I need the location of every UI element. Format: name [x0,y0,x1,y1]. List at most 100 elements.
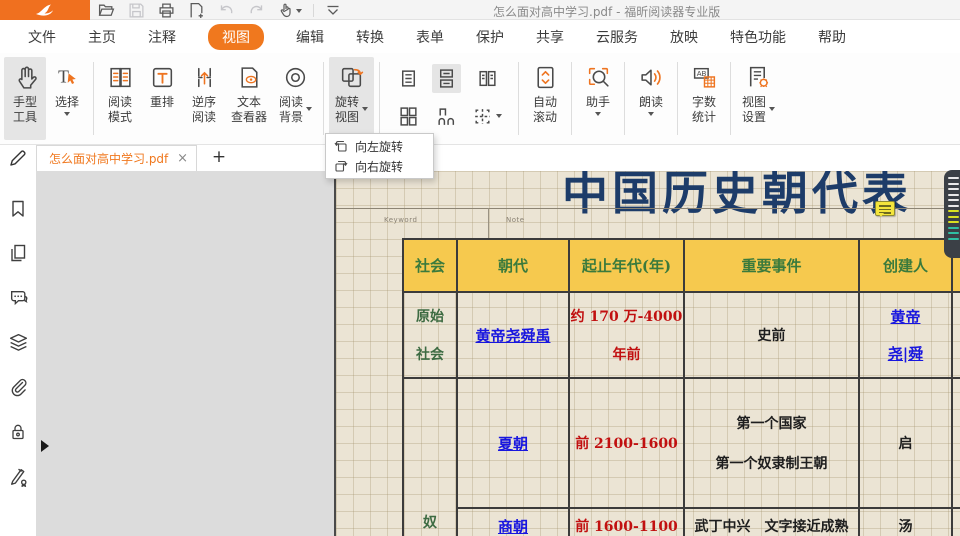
single-page-view-button[interactable] [394,64,423,93]
facing-view-button[interactable] [473,64,502,93]
history-table: 社会 朝代 起止年代(年) 重要事件 创建人 原始 社会 黄帝尧舜禹 约 170… [402,238,960,536]
cell-event: 第一个国家 第一个奴隶制王朝 [685,379,860,509]
hand-tool-label: 手型 工具 [13,95,37,125]
pdf-page[interactable]: 中国历史朝代表 Keyword Note 社会 朝代 起止年代(年) 重要事件 … [334,171,960,536]
assistant-label: 助手 [586,95,610,110]
window-title: 怎么面对高中学习.pdf - 福昕阅读器专业版 [493,3,720,20]
dynasty-link[interactable]: 夏朝 [498,433,528,454]
view-settings-icon [745,62,772,92]
pages-panel-icon[interactable] [8,243,28,263]
founder-link[interactable]: 尧|舜 [888,343,923,364]
save-icon[interactable] [126,1,147,20]
split-view-button[interactable] [468,102,506,131]
touch-mode-icon[interactable] [276,1,304,19]
reading-mode-button[interactable]: 阅读 模式 [99,57,141,140]
cell-extra [953,293,960,379]
founder-link[interactable]: 黄帝 [890,306,920,327]
read-aloud-button[interactable]: 朗读 [630,57,672,140]
active-document-tab[interactable]: 怎么面对高中学习.pdf × [36,145,197,171]
bookmarks-panel-icon[interactable] [8,199,28,219]
open-file-icon[interactable] [96,1,117,20]
reflow-label: 重排 [150,95,174,110]
foxit-bird-icon [35,3,55,17]
page-template-divider [488,208,489,238]
comments-panel-icon[interactable] [8,287,29,308]
undo-icon[interactable] [216,1,237,20]
continuous-view-button[interactable] [432,64,461,93]
word-count-button[interactable]: AB 字数 统计 [683,57,725,140]
cell-dynasty: 黄帝尧舜禹 [458,293,570,379]
view-settings-button[interactable]: 视图 设置 [736,57,781,140]
security-panel-icon[interactable] [8,422,28,442]
separate-cover-view-button[interactable] [432,102,461,131]
continuous-facing-view-button[interactable] [394,102,423,131]
table-header-events: 重要事件 [685,240,860,293]
select-tool-button[interactable]: T 选择 [46,57,88,140]
menu-home[interactable]: 主页 [88,27,116,47]
attachments-panel-icon[interactable] [8,377,29,398]
text-viewer-button[interactable]: 文本 查看器 [225,57,273,140]
sidebar-expand-handle[interactable] [41,440,49,452]
page-navigator-scroll-widget[interactable] [944,170,960,258]
cell-founder: 汤 [860,509,953,536]
menu-help[interactable]: 帮助 [818,27,846,47]
touch-mode-caret [296,9,302,16]
word-count-label: 字数 统计 [692,95,716,125]
rotate-right-menu-item[interactable]: 向右旋转 [326,156,433,176]
redo-icon[interactable] [246,1,267,20]
menu-share[interactable]: 共享 [536,27,564,47]
menu-edit[interactable]: 编辑 [296,27,324,47]
ribbon-divider [518,62,519,135]
document-tab-bar: 怎么面对高中学习.pdf × + [0,145,960,171]
menu-cloud[interactable]: 云服务 [596,27,638,47]
sticky-note-annotation-icon[interactable] [875,201,895,216]
reading-background-caret [306,107,312,114]
add-page-icon[interactable] [186,1,207,20]
quick-annotate-pencil-icon[interactable] [8,148,28,168]
ribbon-toolbar: 手型 工具 T 选择 阅读 模式 重排 逆序 阅读 [0,53,960,145]
menu-convert[interactable]: 转换 [356,27,384,47]
signature-panel-icon[interactable] [8,466,29,487]
cell-event: 史前 [685,293,860,379]
dynasty-link[interactable]: 黄帝尧舜禹 [475,325,550,346]
assistant-icon [585,62,612,92]
menu-comment[interactable]: 注释 [148,27,176,47]
hand-tool-button[interactable]: 手型 工具 [4,57,46,140]
menu-features[interactable]: 特色功能 [730,27,786,47]
auto-scroll-icon [532,62,559,92]
rotate-right-icon [334,159,348,173]
assistant-button[interactable]: 助手 [577,57,619,140]
reading-background-button[interactable]: 阅读 背景 [273,57,318,140]
customize-toolbar-icon[interactable] [323,3,343,17]
keyword-margin-label: Keyword [384,216,417,224]
cell-society: 原始 社会 [404,293,458,379]
reflow-button[interactable]: 重排 [141,57,183,140]
dynasty-link[interactable]: 商朝 [498,516,528,536]
navigation-sidebar [0,171,36,536]
menu-protect[interactable]: 保护 [476,27,504,47]
reading-mode-label: 阅读 模式 [108,95,132,125]
title-bar: 怎么面对高中学习.pdf - 福昕阅读器专业版 [0,0,960,20]
tab-close-icon[interactable]: × [177,151,188,166]
new-tab-button[interactable]: + [209,147,229,167]
menu-view[interactable]: 视图 [208,24,264,50]
cell-extra [953,379,960,509]
layers-panel-icon[interactable] [8,332,29,353]
reverse-reading-button[interactable]: 逆序 阅读 [183,57,225,140]
rotate-view-button[interactable]: 旋转 视图 [329,57,374,140]
auto-scroll-button[interactable]: 自动 滚动 [524,57,566,140]
print-icon[interactable] [156,1,177,20]
menu-file[interactable]: 文件 [28,27,56,47]
ribbon-divider [323,62,324,135]
read-aloud-caret [648,112,654,119]
text-viewer-icon [236,62,263,92]
menu-form[interactable]: 表单 [416,27,444,47]
select-tool-label: 选择 [55,95,79,110]
menu-present[interactable]: 放映 [670,27,698,47]
auto-scroll-label: 自动 滚动 [533,95,557,125]
foxit-logo[interactable] [0,0,90,20]
ribbon-divider [571,62,572,135]
rotate-left-menu-item[interactable]: 向左旋转 [326,136,433,156]
reverse-reading-icon [191,62,218,92]
ribbon-divider [379,62,380,135]
